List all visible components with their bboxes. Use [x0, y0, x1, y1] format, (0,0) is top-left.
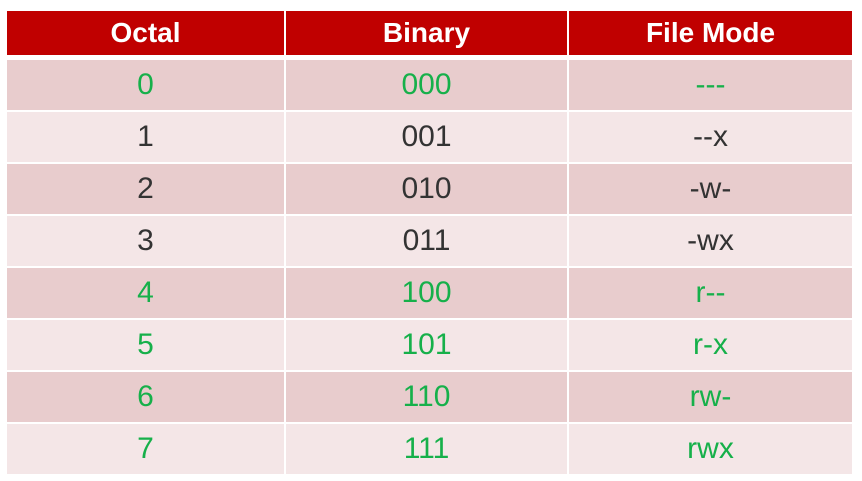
header-file-mode: File Mode: [569, 11, 852, 60]
cell-octal: 4: [7, 268, 286, 320]
cell-binary: 110: [286, 372, 569, 424]
cell-octal: 2: [7, 164, 286, 216]
cell-octal: 7: [7, 424, 286, 476]
cell-file-mode: r--: [569, 268, 852, 320]
cell-binary: 111: [286, 424, 569, 476]
cell-binary: 000: [286, 60, 569, 112]
permissions-table: Octal Binary File Mode 0 000 --- 1 001 -…: [7, 11, 852, 476]
cell-file-mode: r-x: [569, 320, 852, 372]
cell-binary: 010: [286, 164, 569, 216]
cell-file-mode: -wx: [569, 216, 852, 268]
cell-file-mode: ---: [569, 60, 852, 112]
cell-octal: 5: [7, 320, 286, 372]
cell-octal: 1: [7, 112, 286, 164]
cell-file-mode: --x: [569, 112, 852, 164]
cell-file-mode: -w-: [569, 164, 852, 216]
cell-file-mode: rw-: [569, 372, 852, 424]
cell-octal: 0: [7, 60, 286, 112]
cell-octal: 3: [7, 216, 286, 268]
cell-binary: 101: [286, 320, 569, 372]
cell-binary: 001: [286, 112, 569, 164]
cell-binary: 100: [286, 268, 569, 320]
header-octal: Octal: [7, 11, 286, 60]
header-binary: Binary: [286, 11, 569, 60]
cell-file-mode: rwx: [569, 424, 852, 476]
cell-binary: 011: [286, 216, 569, 268]
cell-octal: 6: [7, 372, 286, 424]
